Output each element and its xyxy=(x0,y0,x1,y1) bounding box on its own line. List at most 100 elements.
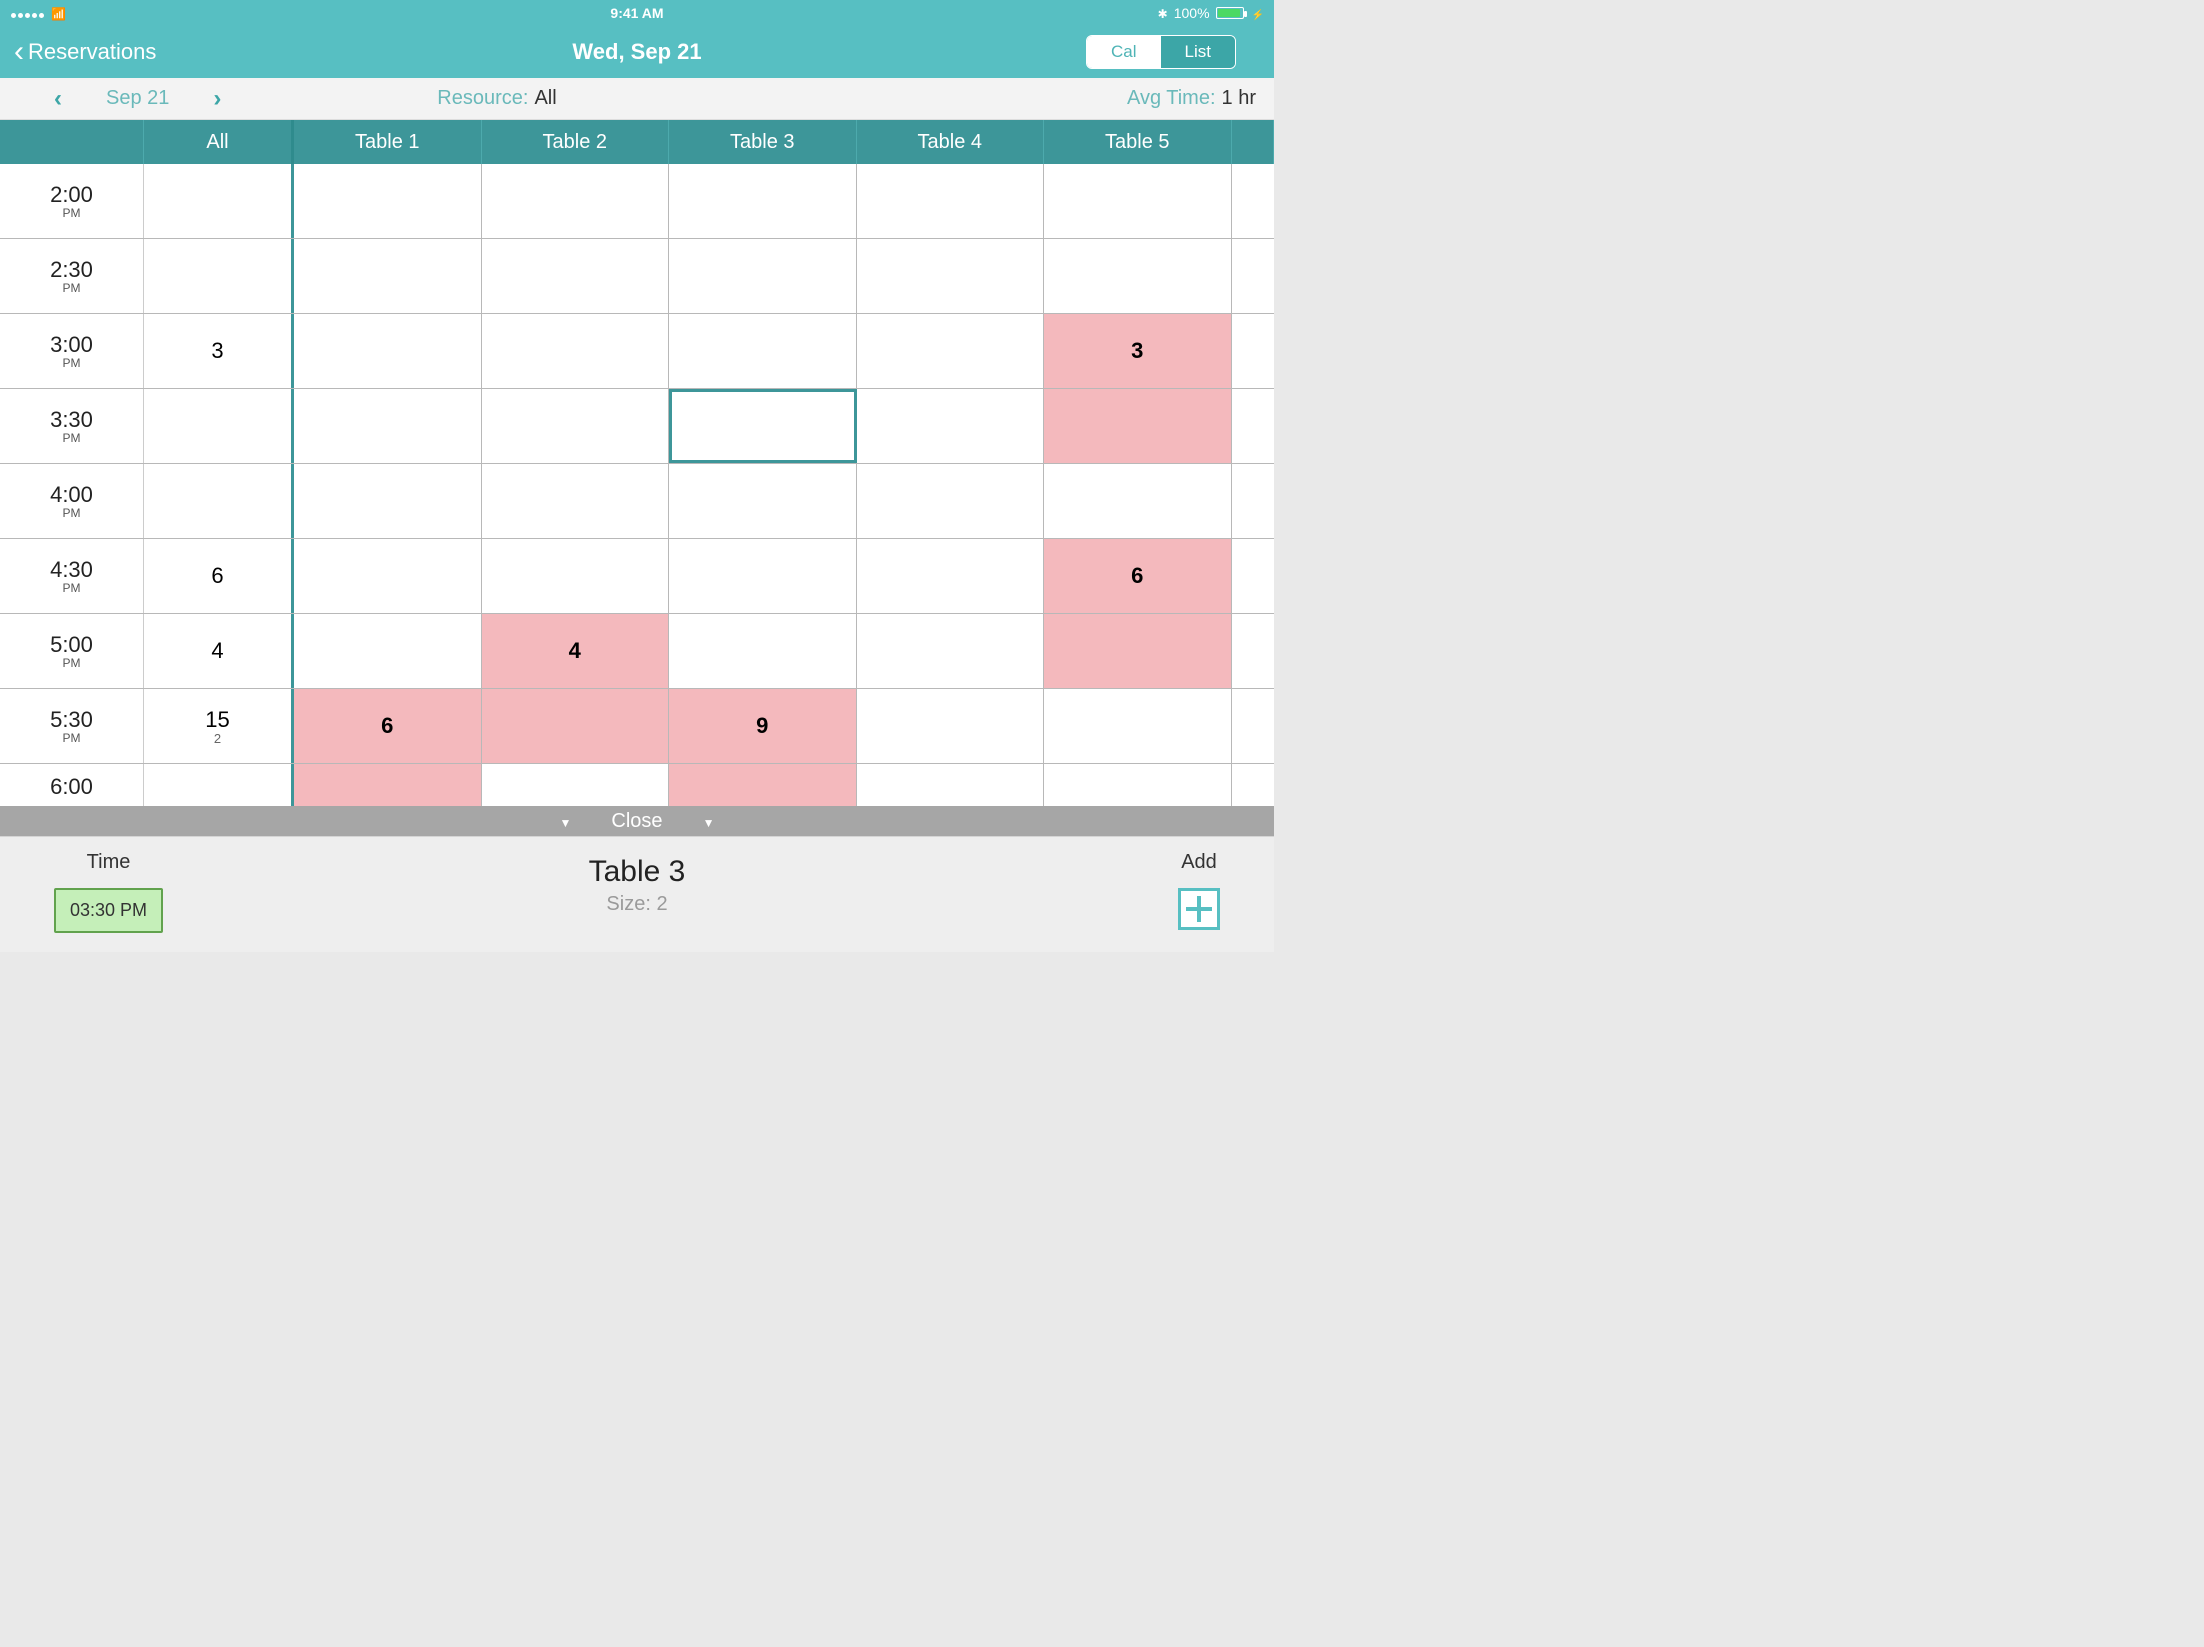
all-summary-cell[interactable]: 4 xyxy=(144,614,294,688)
schedule-cell[interactable] xyxy=(857,389,1045,463)
resource-filter[interactable]: Resource: All xyxy=(437,87,556,110)
schedule-cell[interactable] xyxy=(482,689,670,763)
prev-day-button[interactable]: ‹ xyxy=(54,85,62,113)
all-summary-cell[interactable]: 6 xyxy=(144,539,294,613)
schedule-cell[interactable] xyxy=(294,614,482,688)
schedule-cell[interactable] xyxy=(1044,389,1232,463)
all-summary-cell[interactable]: 3 xyxy=(144,314,294,388)
schedule-cell[interactable] xyxy=(857,314,1045,388)
time-value: 2:00 xyxy=(50,182,93,208)
time-picker-button[interactable]: 03:30 PM xyxy=(54,888,163,933)
schedule-cell[interactable]: 6 xyxy=(1044,539,1232,613)
overflow-cell xyxy=(1232,764,1275,806)
schedule-cell[interactable] xyxy=(482,764,670,806)
schedule-cell[interactable] xyxy=(669,239,857,313)
schedule-cell[interactable] xyxy=(669,614,857,688)
all-summary-cell[interactable]: 152 xyxy=(144,689,294,763)
all-summary-cell[interactable] xyxy=(144,239,294,313)
schedule-cell[interactable] xyxy=(669,764,857,806)
grid-row: 2:00PM xyxy=(0,164,1274,239)
time-value: 5:30 xyxy=(50,707,93,733)
schedule-cell[interactable] xyxy=(857,239,1045,313)
column-header-all[interactable]: All xyxy=(144,120,294,164)
grid-row: 3:30PM xyxy=(0,389,1274,464)
time-ampm: PM xyxy=(63,281,81,295)
time-ampm: PM xyxy=(63,206,81,220)
schedule-cell[interactable] xyxy=(857,614,1045,688)
schedule-cell[interactable]: 6 xyxy=(294,689,482,763)
size-label: Size: xyxy=(606,893,650,915)
all-summary-cell[interactable] xyxy=(144,164,294,238)
schedule-cell[interactable] xyxy=(294,239,482,313)
column-header-table-4[interactable]: Table 4 xyxy=(857,120,1045,164)
overflow-cell xyxy=(1232,539,1275,613)
schedule-cell[interactable] xyxy=(294,539,482,613)
grid-row: 2:30PM xyxy=(0,239,1274,314)
size-value: 2 xyxy=(656,893,667,915)
add-reservation-button[interactable] xyxy=(1178,888,1220,930)
selected-size: Size: 2 xyxy=(589,893,686,916)
schedule-cell[interactable] xyxy=(857,164,1045,238)
schedule-cell[interactable] xyxy=(482,389,670,463)
schedule-cell[interactable] xyxy=(482,164,670,238)
schedule-cell[interactable] xyxy=(1044,614,1232,688)
time-ampm: PM xyxy=(63,506,81,520)
schedule-cell[interactable] xyxy=(482,239,670,313)
grid-row: 6:00 xyxy=(0,764,1274,806)
bluetooth-icon xyxy=(1158,5,1168,21)
column-header-table-2[interactable]: Table 2 xyxy=(482,120,670,164)
schedule-cell[interactable] xyxy=(857,689,1045,763)
segment-cal[interactable]: Cal xyxy=(1087,36,1161,68)
schedule-cell[interactable]: 9 xyxy=(669,689,857,763)
wifi-icon xyxy=(51,5,66,21)
chevron-down-icon xyxy=(703,810,715,833)
signal-dots-icon xyxy=(10,5,45,21)
all-summary-cell[interactable] xyxy=(144,464,294,538)
schedule-cell[interactable] xyxy=(482,464,670,538)
next-day-button[interactable]: › xyxy=(213,85,221,113)
status-left xyxy=(10,5,66,21)
schedule-cell[interactable] xyxy=(294,164,482,238)
schedule-cell[interactable] xyxy=(294,764,482,806)
schedule-cell[interactable] xyxy=(482,314,670,388)
time-value: 6:00 xyxy=(50,774,93,800)
column-header-table-1[interactable]: Table 1 xyxy=(294,120,482,164)
schedule-cell[interactable] xyxy=(669,464,857,538)
schedule-cell[interactable]: 3 xyxy=(1044,314,1232,388)
back-button[interactable]: ‹ Reservations xyxy=(14,37,156,67)
time-cell: 5:00PM xyxy=(0,614,144,688)
schedule-cell[interactable]: 4 xyxy=(482,614,670,688)
schedule-cell[interactable] xyxy=(1044,239,1232,313)
current-date-label[interactable]: Sep 21 xyxy=(106,87,169,110)
overflow-cell xyxy=(1232,389,1275,463)
overflow-cell xyxy=(1232,239,1275,313)
nav-title: Wed, Sep 21 xyxy=(572,39,701,65)
segment-list[interactable]: List xyxy=(1161,36,1235,68)
schedule-cell[interactable] xyxy=(1044,764,1232,806)
schedule-cell[interactable] xyxy=(1044,689,1232,763)
close-panel-strip[interactable]: Close xyxy=(0,806,1274,836)
schedule-cell[interactable] xyxy=(294,314,482,388)
schedule-cell[interactable] xyxy=(857,464,1045,538)
column-header-table-3[interactable]: Table 3 xyxy=(669,120,857,164)
schedule-cell[interactable] xyxy=(482,539,670,613)
schedule-cell[interactable] xyxy=(294,389,482,463)
time-ampm: PM xyxy=(63,656,81,670)
column-header-table-5[interactable]: Table 5 xyxy=(1044,120,1232,164)
schedule-cell[interactable] xyxy=(857,764,1045,806)
schedule-cell[interactable] xyxy=(669,314,857,388)
schedule-cell[interactable] xyxy=(857,539,1045,613)
schedule-cell[interactable] xyxy=(669,164,857,238)
schedule-cell[interactable] xyxy=(1044,464,1232,538)
schedule-cell[interactable] xyxy=(669,389,857,463)
nav-bar: ‹ Reservations Wed, Sep 21 Cal List xyxy=(0,26,1274,78)
selected-resource-title: Table 3 xyxy=(589,855,686,889)
app-frame: 9:41 AM 100% ‹ Reservations Wed, Sep 21 … xyxy=(0,0,1274,952)
all-summary-cell[interactable] xyxy=(144,389,294,463)
schedule-cell[interactable] xyxy=(1044,164,1232,238)
grid-body[interactable]: 2:00PM2:30PM3:00PM333:30PM4:00PM4:30PM66… xyxy=(0,164,1274,806)
schedule-cell[interactable] xyxy=(669,539,857,613)
time-ampm: PM xyxy=(63,731,81,745)
schedule-cell[interactable] xyxy=(294,464,482,538)
all-summary-cell[interactable] xyxy=(144,764,294,806)
